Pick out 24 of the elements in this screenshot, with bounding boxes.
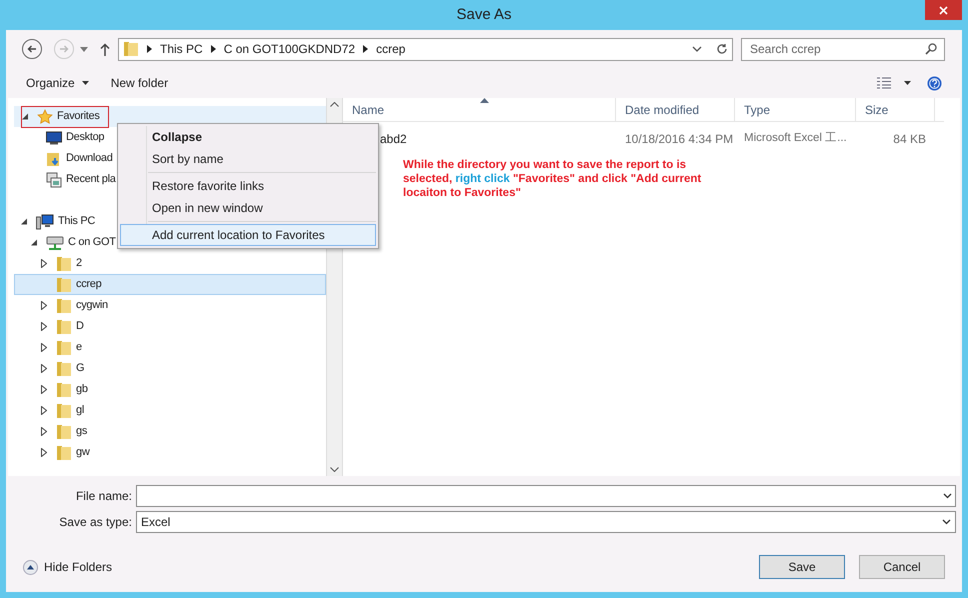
tree-label: cygwin [76, 298, 108, 314]
tree-label: Desktop [66, 130, 104, 146]
tree-label: gl [76, 403, 84, 418]
field-label: File name: [74, 488, 132, 505]
tree-label: This PC [58, 214, 96, 230]
field-label: Save as type: [58, 514, 132, 531]
window-title: Save As [456, 4, 512, 25]
tree-label: gb [76, 382, 88, 398]
tree-label: G [76, 361, 84, 376]
tree-label: Download [66, 151, 113, 166]
tree-label: ccrep [76, 277, 102, 292]
tree-label: Recent pla [66, 172, 116, 188]
table-cell-text: abd2 [380, 131, 407, 148]
tree-label: 2 [76, 256, 82, 272]
tree-label: gw [76, 445, 90, 460]
table-cell-text: 10/18/2016 4:34 PM [624, 131, 734, 148]
tree-label: Favorites [57, 109, 100, 124]
tree-label: C on GOT [68, 235, 116, 250]
tree-label: gs [76, 424, 88, 440]
tree-label: e [76, 340, 82, 356]
tree-label: D [76, 319, 84, 334]
annotation-text: While the directory you want to save the report to is selected, right click "Favorites" and click "Add current locaiton to Favorites" [403, 158, 702, 200]
table-cell-text: Microsoft Excel 工... [743, 131, 848, 146]
table-cell-text: 84 KB [892, 131, 927, 148]
